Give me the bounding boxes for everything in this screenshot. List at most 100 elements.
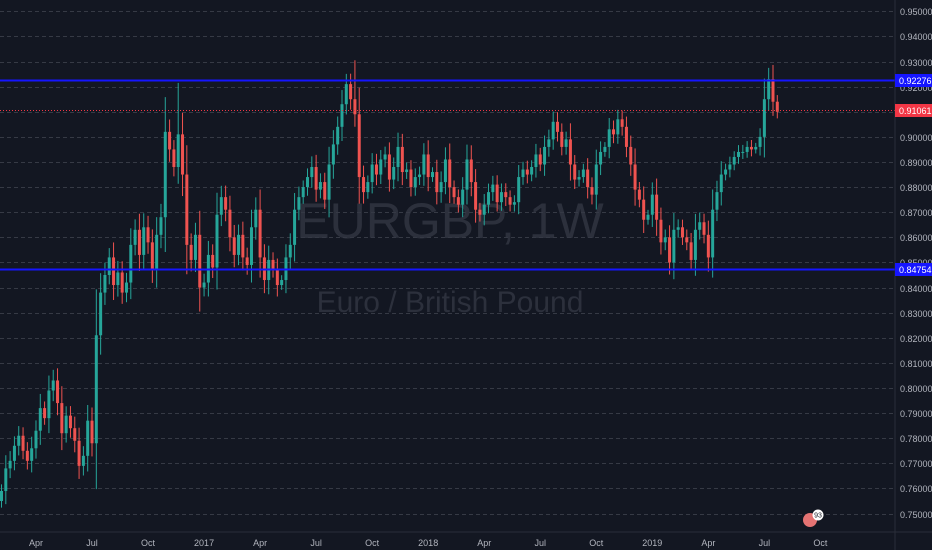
- candle-down: [448, 159, 452, 188]
- candle-up: [155, 234, 159, 270]
- candle-down: [590, 187, 594, 195]
- candle-up: [193, 234, 197, 260]
- candle-up: [594, 164, 598, 195]
- time-tick-label: Apr: [29, 538, 43, 548]
- candle-up: [581, 169, 585, 178]
- candle-down: [680, 227, 684, 238]
- candle-up: [724, 169, 728, 175]
- time-tick-label: Oct: [813, 538, 828, 548]
- candle-down: [349, 84, 353, 100]
- time-tick-label: Oct: [141, 538, 156, 548]
- candle-up: [698, 222, 702, 230]
- candle-down: [555, 121, 559, 132]
- price-tick-label: 0.76000: [900, 484, 932, 494]
- candle-up: [301, 187, 305, 198]
- grid: [0, 11, 895, 515]
- candle-down: [456, 197, 460, 205]
- candle-down: [435, 172, 439, 193]
- candle-up: [8, 460, 12, 469]
- candle-up: [306, 177, 310, 188]
- candle-down: [612, 129, 616, 135]
- candle-down: [508, 197, 512, 205]
- price-tick-label: 0.75000: [900, 510, 932, 520]
- price-label: 0.84754: [899, 265, 932, 275]
- candle-up: [413, 177, 417, 188]
- candle-up: [176, 134, 180, 168]
- candle-down: [469, 159, 473, 183]
- candle-down: [150, 242, 154, 270]
- time-tick-label: Jul: [534, 538, 546, 548]
- candle-up: [517, 177, 521, 203]
- candle-up: [616, 119, 620, 135]
- candle-down: [624, 126, 628, 147]
- candle-down: [387, 154, 391, 180]
- candle-up: [340, 104, 344, 127]
- candle-up: [370, 164, 374, 183]
- candle-up: [215, 214, 219, 268]
- candle-up: [0, 490, 3, 502]
- candle-up: [30, 448, 34, 461]
- watermark: EURGBP, 1W Euro / British Pound: [296, 193, 604, 319]
- candle-down: [90, 420, 94, 444]
- price-tick-label: 0.84000: [900, 284, 932, 294]
- candle-down: [706, 234, 710, 258]
- candle-down: [495, 184, 499, 203]
- candle-up: [711, 209, 715, 258]
- candle-up: [439, 182, 443, 193]
- candle-up: [719, 174, 723, 193]
- time-axis[interactable]: Apr Jul Oct 2017 Apr Jul Oct 2018 Apr Jul Oct 2019 A…: [0, 531, 932, 548]
- candle-up: [676, 227, 680, 230]
- candle-up: [512, 202, 516, 205]
- candle-up: [767, 79, 771, 100]
- price-axis[interactable]: 0.75000 0.76000 0.77000 0.78000 0.79000 0.800…: [894, 0, 932, 550]
- candle-down: [659, 219, 663, 243]
- candle-up: [17, 435, 21, 446]
- candle-up: [94, 335, 98, 444]
- candle-down: [586, 169, 590, 188]
- price-tick-label: 0.80000: [900, 384, 932, 394]
- price-label: 0.91061: [899, 106, 932, 116]
- candle-up: [672, 229, 676, 263]
- candle-up: [254, 209, 258, 228]
- candle-down: [228, 209, 232, 238]
- candle-up: [396, 146, 400, 168]
- candle-up: [745, 146, 749, 152]
- candle-up: [103, 275, 107, 293]
- candle-down: [689, 242, 693, 260]
- candlestick-chart[interactable]: EURGBP, 1W Euro / British Pound 0.75000 0…: [0, 0, 932, 550]
- candle-down: [275, 269, 279, 286]
- candle-up: [159, 217, 163, 235]
- candle-down: [73, 428, 77, 441]
- candle-down: [655, 194, 659, 220]
- candle-up: [732, 156, 736, 165]
- candle-down: [21, 435, 25, 451]
- candle-up: [499, 192, 503, 203]
- time-tick-label: Oct: [589, 538, 604, 548]
- price-tick-label: 0.77000: [900, 459, 932, 469]
- candle-down: [538, 154, 542, 165]
- candle-up: [124, 282, 128, 293]
- time-tick-label: 2019: [642, 538, 662, 548]
- candle-up: [547, 139, 551, 147]
- price-tick-label: 0.81000: [900, 359, 932, 369]
- price-tick-label: 0.86000: [900, 233, 932, 243]
- candle-down: [211, 254, 215, 268]
- candle-down: [258, 209, 262, 258]
- candle-up: [762, 99, 766, 137]
- candle-up: [741, 151, 745, 153]
- candle-up: [81, 455, 85, 466]
- candle-down: [668, 237, 672, 263]
- candle-up: [737, 151, 741, 157]
- candle-up: [521, 169, 525, 178]
- notification-badge[interactable]: 93: [803, 509, 824, 528]
- candle-up: [715, 192, 719, 210]
- candle-up: [133, 229, 137, 245]
- candle-up: [116, 272, 120, 286]
- time-tick-label: Jul: [310, 538, 322, 548]
- candle-down: [353, 99, 357, 115]
- candle-up: [12, 445, 16, 461]
- candle-up: [249, 227, 253, 265]
- candle-down: [68, 415, 72, 429]
- candle-up: [646, 214, 650, 220]
- candle-up: [142, 227, 146, 255]
